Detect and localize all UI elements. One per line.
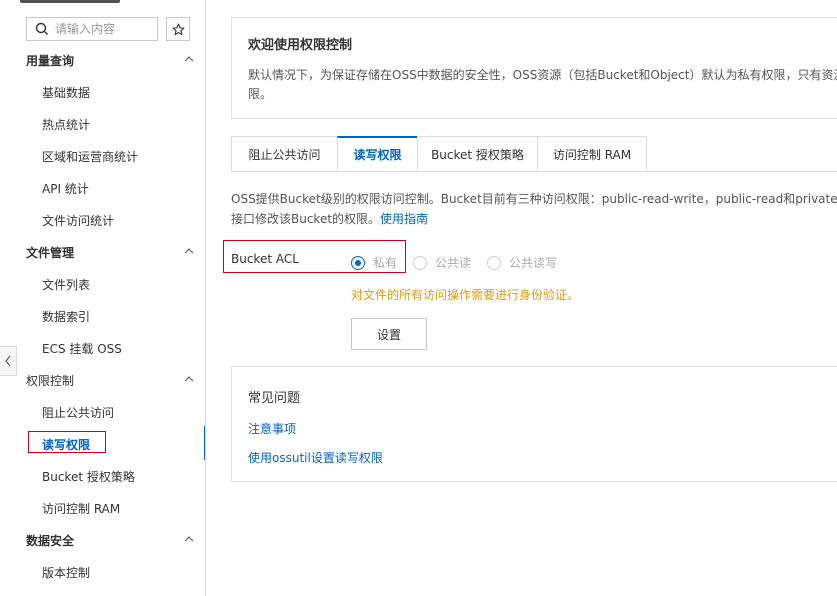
nav-group-label: 权限控制: [26, 373, 75, 388]
radio-label: 公共读: [435, 256, 472, 270]
sidebar-item-label: 区域和运营商统计: [42, 149, 139, 164]
faq-link-notes[interactable]: 注意事项: [248, 420, 296, 437]
sidebar-item-data-index[interactable]: 数据索引: [42, 306, 90, 326]
tab-read-write-acl[interactable]: 读写权限: [337, 136, 417, 172]
radio-private[interactable]: 私有: [351, 254, 397, 271]
acl-warning-text: 对文件的所有访问操作需要进行身份验证。: [351, 288, 580, 302]
radio-public-read[interactable]: 公共读: [413, 254, 471, 271]
sidebar-item-label: 版本控制: [42, 565, 91, 580]
search-icon: [35, 20, 53, 38]
faq-link-ossutil[interactable]: 使用ossutil设置读写权限: [248, 449, 383, 466]
nav-group-label: 用量查询: [26, 53, 75, 68]
sidebar-item-label: API 统计: [42, 181, 89, 196]
star-icon: [172, 23, 184, 35]
chevron-up-icon: [184, 56, 194, 62]
sidebar-item-bucket-policy[interactable]: Bucket 授权策略: [42, 466, 135, 486]
search-box[interactable]: [26, 17, 158, 41]
welcome-panel: 欢迎使用权限控制 默认情况下，为保证存储在OSS中数据的安全性，OSS资源（包括…: [231, 17, 837, 119]
sidebar-item-label: 阻止公共访问: [42, 405, 115, 420]
chevron-left-icon: [5, 355, 11, 367]
tab-divider: [231, 171, 837, 172]
sidebar-item-label: 热点统计: [42, 117, 91, 132]
tab-bucket-policy[interactable]: Bucket 授权策略: [417, 136, 537, 172]
sidebar-collapse-handle[interactable]: [0, 346, 17, 376]
guide-link[interactable]: 使用指南: [380, 212, 428, 226]
favorite-button[interactable]: [166, 17, 190, 41]
radio-circle: [351, 255, 365, 270]
sidebar-item-file-access-stats[interactable]: 文件访问统计: [42, 210, 114, 230]
tab-label: 读写权限: [353, 148, 402, 162]
sidebar-item-read-write-acl[interactable]: 读写权限: [42, 434, 90, 454]
sidebar-item-versioning[interactable]: 版本控制: [42, 562, 90, 582]
acl-info-text: OSS提供Bucket级别的权限访问控制。Bucket目前有三种访问权限：pub…: [231, 189, 837, 229]
nav-group-usage[interactable]: 用量查询: [0, 48, 205, 72]
acl-info-line2-text: 接口修改该Bucket的权限。: [231, 212, 381, 226]
radio-public-read-write[interactable]: 公共读写: [487, 254, 557, 271]
chevron-up-icon: [184, 376, 194, 382]
faq-title: 常见问题: [248, 391, 301, 406]
tab-ram[interactable]: 访问控制 RAM: [537, 136, 647, 172]
sidebar-item-region-stats[interactable]: 区域和运营商统计: [42, 146, 138, 166]
sidebar-item-label: ECS 挂载 OSS: [42, 341, 122, 356]
tab-label: 阻止公共访问: [248, 147, 321, 162]
nav-group-label: 文件管理: [26, 245, 75, 260]
radio-label: 公共读写: [509, 256, 558, 270]
nav-group-file-management[interactable]: 文件管理: [0, 240, 205, 264]
search-input[interactable]: [55, 22, 151, 36]
tab-label: 访问控制 RAM: [552, 147, 632, 162]
sidebar-item-ram[interactable]: 访问控制 RAM: [42, 498, 120, 518]
sidebar-item-label: 数据索引: [42, 309, 91, 324]
sidebar-item-api-stats[interactable]: API 统计: [42, 178, 89, 198]
nav-group-access-control[interactable]: 权限控制: [0, 368, 205, 392]
sidebar: 用量查询 基础数据 热点统计 区域和运营商统计 API 统计 文件访问统计 文件…: [0, 0, 206, 596]
chevron-up-icon: [184, 248, 194, 254]
sidebar-item-basic-data[interactable]: 基础数据: [42, 82, 90, 102]
welcome-title: 欢迎使用权限控制: [248, 38, 353, 53]
sidebar-item-label: 访问控制 RAM: [42, 501, 121, 516]
welcome-desc-line1: 默认情况下，为保证存储在OSS中数据的安全性，OSS资源（包括Bucket和Ob…: [248, 68, 837, 82]
sidebar-item-label: 基础数据: [42, 85, 91, 100]
tab-label: Bucket 授权策略: [431, 147, 524, 162]
acl-info-line2: 接口修改该Bucket的权限。使用指南: [231, 209, 837, 229]
radio-circle: [413, 255, 427, 270]
sidebar-item-hotspot[interactable]: 热点统计: [42, 114, 90, 134]
radio-circle: [487, 255, 501, 270]
tab-block-public-access[interactable]: 阻止公共访问: [231, 136, 337, 172]
welcome-desc-line2: 限。: [248, 87, 273, 101]
sidebar-item-label: 读写权限: [42, 437, 91, 452]
sidebar-item-label: Bucket 授权策略: [42, 469, 135, 484]
radio-label: 私有: [373, 256, 398, 270]
set-button[interactable]: 设置: [351, 318, 427, 350]
sidebar-item-label: 文件列表: [42, 277, 91, 292]
sidebar-item-label: 文件访问统计: [42, 213, 115, 228]
sidebar-item-ecs-mount[interactable]: ECS 挂载 OSS: [42, 338, 122, 358]
sidebar-item-file-list[interactable]: 文件列表: [42, 274, 90, 294]
bucket-acl-label: Bucket ACL: [231, 252, 299, 266]
sidebar-title-cutoff: [20, 0, 140, 3]
nav-group-label: 数据安全: [26, 533, 75, 548]
welcome-description: 默认情况下，为保证存储在OSS中数据的安全性，OSS资源（包括Bucket和Ob…: [248, 66, 837, 104]
faq-panel: 常见问题 注意事项 使用ossutil设置读写权限: [231, 366, 837, 482]
acl-info-line1: OSS提供Bucket级别的权限访问控制。Bucket目前有三种访问权限：pub…: [231, 192, 837, 206]
tab-bar: 阻止公共访问 读写权限 Bucket 授权策略 访问控制 RAM: [231, 136, 647, 172]
nav-group-data-security[interactable]: 数据安全: [0, 528, 205, 552]
main-content: 欢迎使用权限控制 默认情况下，为保证存储在OSS中数据的安全性，OSS资源（包括…: [206, 0, 837, 596]
chevron-up-icon: [184, 536, 194, 542]
sidebar-item-block-public-access[interactable]: 阻止公共访问: [42, 402, 114, 422]
